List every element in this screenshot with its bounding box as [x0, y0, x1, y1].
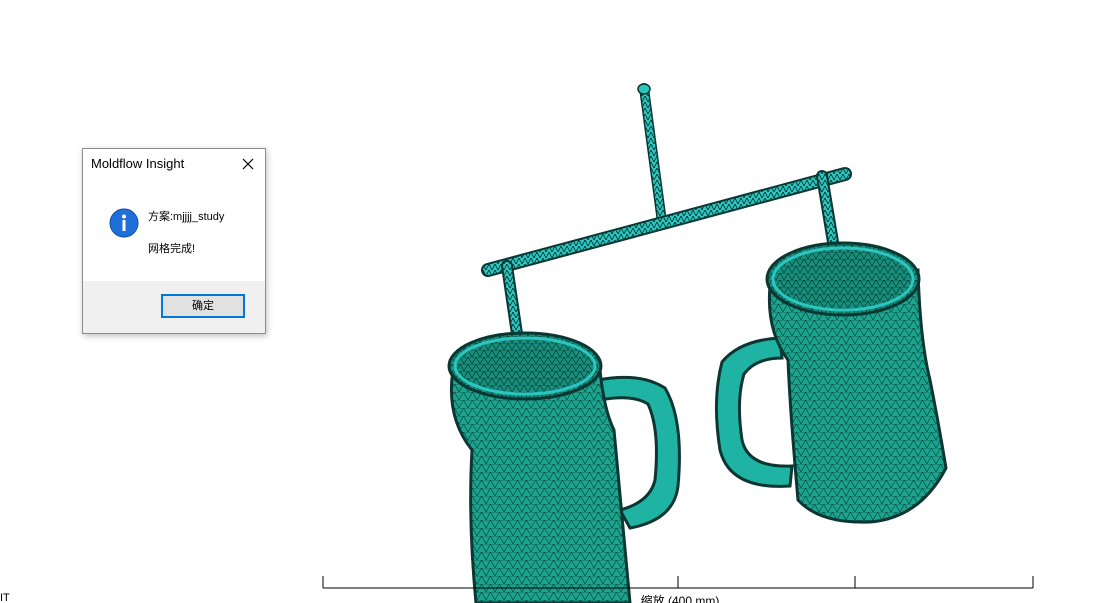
model-viewport[interactable]: 缩放 (400 mm) IT Moldflow Insight 方案:mjjjj… — [0, 0, 1107, 603]
dialog-footer: 确定 — [83, 281, 265, 333]
scale-caption: 缩放 (400 mm) — [640, 594, 720, 603]
info-icon — [109, 208, 139, 238]
dialog-message-study: 方案:mjjjj_study — [148, 211, 225, 223]
sprue — [637, 83, 667, 227]
close-icon[interactable] — [237, 153, 259, 175]
dialog-title: Moldflow Insight — [91, 156, 185, 171]
message-dialog: Moldflow Insight 方案:mjjjj_study 网格完成! 确定 — [82, 148, 266, 334]
corner-label: IT — [0, 592, 10, 603]
mug-right — [714, 241, 948, 524]
scale-bar — [322, 576, 1034, 589]
ok-button[interactable]: 确定 — [161, 294, 245, 318]
dialog-message-status: 网格完成! — [148, 243, 196, 255]
mug-left — [447, 331, 681, 603]
